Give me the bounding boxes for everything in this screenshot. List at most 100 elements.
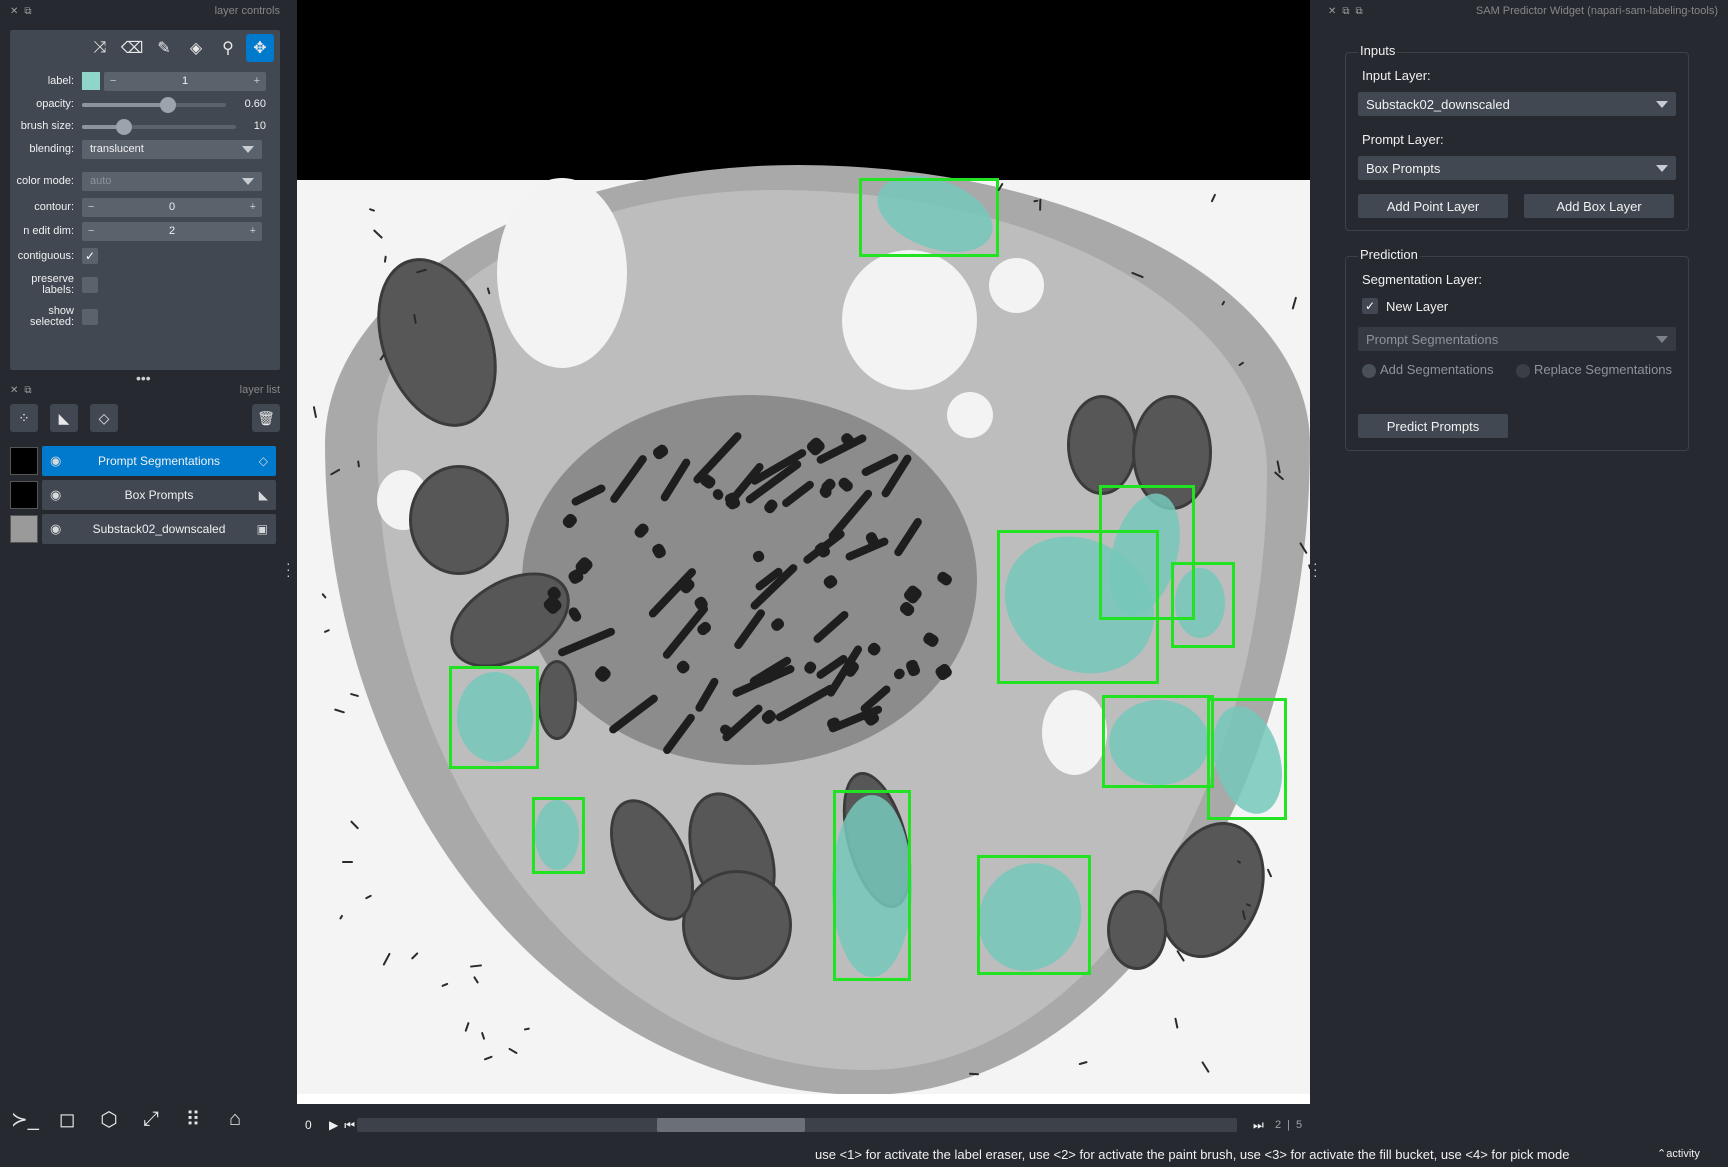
- opacity-slider[interactable]: [82, 94, 226, 114]
- box-prompt[interactable]: [977, 855, 1091, 975]
- dock-splitter-right[interactable]: · · ·: [1313, 556, 1318, 582]
- play-icon[interactable]: ▶: [329, 1118, 338, 1132]
- brush-icon[interactable]: ✎: [150, 34, 178, 62]
- eye-icon[interactable]: ◉: [50, 521, 68, 537]
- segmentation-layer-dropdown[interactable]: Prompt Segmentations: [1358, 327, 1676, 351]
- layer-item-prompt-segmentations[interactable]: ◉ Prompt Segmentations ◇: [10, 446, 276, 476]
- new-layer-checkbox[interactable]: ✓: [1362, 298, 1378, 314]
- add-point-layer-button[interactable]: Add Point Layer: [1358, 194, 1508, 218]
- replace-segmentations-radio[interactable]: Replace Segmentations: [1516, 362, 1672, 378]
- decrement-icon[interactable]: −: [110, 75, 116, 87]
- ndisplay-icon[interactable]: ◻: [50, 1102, 84, 1136]
- sam-widget-titlebar: ✕ ⧉ ⧉ SAM Predictor Widget (napari-sam-l…: [1328, 2, 1718, 20]
- preserve-labels-checkbox[interactable]: [82, 277, 98, 293]
- layer-item-box-prompts[interactable]: ◉ Box Prompts ◣: [10, 480, 276, 510]
- color-mode-dropdown[interactable]: auto: [82, 171, 262, 191]
- contiguous-checkbox[interactable]: ✓: [82, 248, 98, 264]
- console-icon[interactable]: ≻_: [8, 1102, 42, 1136]
- increment-icon[interactable]: +: [250, 225, 256, 237]
- roll-dims-icon[interactable]: ⤢: [134, 1102, 168, 1136]
- predict-prompts-button[interactable]: Predict Prompts: [1358, 414, 1508, 438]
- mitochondrion: [1107, 890, 1167, 970]
- vacuole: [989, 258, 1044, 313]
- layer-list-titlebar: ✕ ⧉ layer list: [10, 381, 280, 399]
- box-prompt[interactable]: [1102, 695, 1214, 788]
- brush-size-slider[interactable]: [82, 116, 236, 136]
- close-dock-icon[interactable]: ✕: [10, 385, 18, 396]
- float-dock-icon[interactable]: ⧉: [24, 385, 31, 396]
- speck: [342, 861, 354, 864]
- fill-icon[interactable]: ◈: [182, 34, 210, 62]
- picker-icon[interactable]: ⚲: [214, 34, 242, 62]
- pin-icon[interactable]: ⧉: [1356, 6, 1363, 17]
- move-icon[interactable]: ✥: [246, 34, 274, 62]
- box-prompt[interactable]: [859, 178, 999, 257]
- layer-controls-titlebar: ✕ ⧉ layer controls: [10, 2, 280, 20]
- skip-back-icon[interactable]: ⏮: [344, 1118, 355, 1133]
- box-prompt[interactable]: [833, 790, 911, 981]
- n-edit-dim-spinbox[interactable]: − 2 +: [82, 221, 262, 241]
- new-points-layer-icon[interactable]: ⁘: [10, 404, 38, 432]
- box-prompt[interactable]: [449, 666, 539, 769]
- label-row: label: − 1 +: [10, 71, 280, 91]
- grid-view-icon[interactable]: ⠿: [176, 1102, 210, 1136]
- decrement-icon[interactable]: −: [88, 201, 94, 213]
- box-prompt[interactable]: [1207, 698, 1287, 820]
- activity-button[interactable]: ⌃activity: [1657, 1147, 1700, 1160]
- home-icon[interactable]: ⌂: [218, 1102, 252, 1136]
- close-dock-icon[interactable]: ✕: [10, 6, 18, 17]
- box-prompt[interactable]: [1171, 562, 1235, 648]
- layer-item-substack02[interactable]: ◉ Substack02_downscaled ▣: [10, 514, 276, 544]
- dims-slider[interactable]: [357, 1118, 1237, 1132]
- new-shapes-layer-icon[interactable]: ◣: [50, 404, 78, 432]
- prediction-group: Prediction Segmentation Layer: ✓ New Lay…: [1345, 247, 1689, 451]
- 3d-view-icon[interactable]: ⬡: [92, 1102, 126, 1136]
- viewer-canvas[interactable]: [297, 0, 1310, 1104]
- input-layer-label: Input Layer:: [1362, 68, 1431, 83]
- eye-icon[interactable]: ◉: [50, 453, 68, 469]
- increment-icon[interactable]: +: [250, 201, 256, 213]
- layer-thumbnail: [10, 447, 38, 475]
- float-dock-icon[interactable]: ⧉: [1342, 6, 1349, 17]
- decrement-icon[interactable]: −: [88, 225, 94, 237]
- skip-forward-icon[interactable]: ⏭: [1253, 1118, 1264, 1133]
- add-box-layer-button[interactable]: Add Box Layer: [1524, 194, 1674, 218]
- close-dock-icon[interactable]: ✕: [1328, 6, 1336, 17]
- n-edit-dim-value: 2: [168, 225, 176, 237]
- vacuole: [842, 250, 977, 390]
- mitochondrion: [682, 870, 792, 980]
- prompt-layer-dropdown[interactable]: Box Prompts: [1358, 156, 1676, 180]
- show-selected-checkbox[interactable]: [82, 309, 98, 325]
- preserve-labels-row: preserve labels:: [10, 272, 280, 298]
- frame-counter: 2: [1275, 1119, 1282, 1131]
- trash-icon[interactable]: 🗑: [252, 404, 280, 432]
- contiguous-label: contiguous:: [17, 249, 74, 262]
- canvas-bottom-strip: [297, 1094, 1310, 1104]
- vacuole: [1042, 690, 1107, 775]
- prompt-layer-label: Prompt Layer:: [1362, 132, 1444, 147]
- label-spinbox[interactable]: − 1 +: [104, 71, 266, 91]
- dock-splitter-left[interactable]: · · ·: [286, 556, 291, 582]
- blending-dropdown[interactable]: translucent: [82, 139, 262, 159]
- contour-spinbox[interactable]: − 0 +: [82, 197, 262, 217]
- dims-slider-thumb[interactable]: [657, 1118, 805, 1132]
- vacuole: [947, 392, 993, 438]
- eye-icon[interactable]: ◉: [50, 487, 68, 503]
- contour-row: contour: − 0 +: [10, 197, 280, 217]
- eraser-icon[interactable]: ⌫: [118, 34, 146, 62]
- blending-label: blending:: [29, 142, 74, 155]
- shuffle-icon[interactable]: ⤨: [86, 34, 114, 62]
- preserve-labels-label: preserve labels:: [31, 273, 74, 296]
- add-segmentations-radio[interactable]: Add Segmentations: [1362, 362, 1493, 378]
- float-dock-icon[interactable]: ⧉: [24, 6, 31, 17]
- input-layer-dropdown[interactable]: Substack02_downscaled: [1358, 92, 1676, 116]
- box-prompt[interactable]: [532, 797, 585, 874]
- dims-slider-bar: 0 ▶ ⏮ ⏭ 2 | 5: [305, 1117, 1303, 1133]
- prompt-layer-value: Box Prompts: [1366, 160, 1441, 176]
- increment-icon[interactable]: +: [254, 75, 260, 87]
- blending-value: translucent: [90, 143, 144, 155]
- new-labels-layer-icon[interactable]: ◇: [90, 404, 118, 432]
- status-bar: use <1> for activate the label eraser, u…: [0, 1143, 1728, 1167]
- show-selected-label: show selected:: [29, 305, 74, 328]
- layer-thumbnail: [10, 481, 38, 509]
